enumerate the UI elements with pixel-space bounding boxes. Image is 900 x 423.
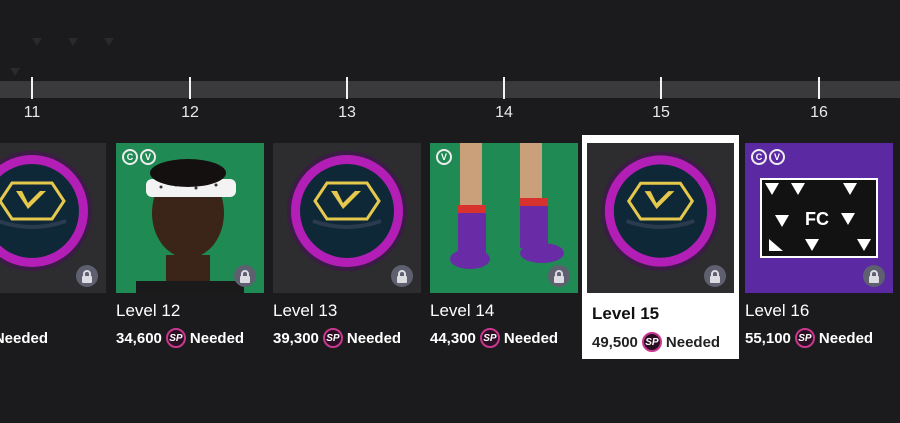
reward-card-level-13[interactable]: Level 13 39,300 SP Needed [273,143,421,348]
timeline-tick [31,77,33,99]
lock-icon [863,265,885,287]
timeline-tick [818,77,820,99]
progress-timeline [0,81,900,98]
reward-card-level-12[interactable]: C V Level 12 34,600 SP Needed [116,143,264,348]
lock-icon [234,265,256,287]
card-title: Level 13 [273,301,338,320]
timeline-tick [503,77,505,99]
needed-label: Needed [189,329,245,347]
cost-value: 44,300 [430,329,476,347]
card-title: Level 16 [745,301,810,320]
reward-thumbnail [0,143,106,293]
reward-thumbnail: C V [116,143,264,293]
card-title: Level 15 [592,304,660,323]
timeline-tick [660,77,662,99]
reward-thumbnail [273,143,421,293]
club-badge-icon: C [122,149,138,165]
reward-thumbnail: FC C V [745,143,893,293]
reward-card-level-11[interactable]: 11 0 SP Needed [0,143,106,348]
decor-triangle [104,38,114,46]
card-cost: 0 SP Needed [0,328,106,348]
sp-icon: SP [322,328,343,348]
timeline-label: 14 [495,104,513,121]
reward-card-level-14[interactable]: V Level 14 44,300 SP Needed [430,143,578,348]
reward-card-level-15-selected[interactable]: Level 15 49,500 SP Needed [582,135,739,359]
cost-value: 55,100 [745,329,791,347]
needed-label: Needed [818,329,874,347]
club-badge-icon: C [751,149,767,165]
card-title: Level 14 [430,301,495,320]
svg-text:FC: FC [805,209,829,229]
lock-icon [548,265,570,287]
card-title: 11 [0,301,106,321]
v-badge-icon: V [769,149,785,165]
cost-value: 49,500 [592,333,638,351]
timeline-tick [189,77,191,99]
lock-icon [76,265,98,287]
timeline-label: 16 [810,104,828,121]
decor-triangle [68,38,78,46]
sp-icon: SP [479,328,500,348]
decor-triangle [10,68,20,76]
sp-icon: SP [794,328,815,348]
timeline-tick [346,77,348,99]
v-badge-icon: V [140,149,156,165]
timeline-label: 15 [652,104,670,121]
reward-card-level-16[interactable]: FC C V Level 16 55,100 SP Needed [745,143,893,348]
v-badge-icon: V [436,149,452,165]
cost-value: 39,300 [273,329,319,347]
decor-triangle [32,38,42,46]
reward-thumbnail [587,143,734,293]
lock-icon [391,265,413,287]
needed-label: Needed [503,329,559,347]
card-title: Level 12 [116,301,181,320]
card-cost: 39,300 SP Needed [273,328,421,348]
cost-value: 34,600 [116,329,162,347]
timeline-label: 11 [23,104,41,121]
needed-label: Needed [0,329,48,347]
sp-icon: SP [165,328,186,348]
needed-label: Needed [346,329,402,347]
sp-icon: SP [641,332,662,352]
card-cost: 49,500 SP Needed [592,332,720,352]
needed-label: Needed [665,333,721,351]
timeline-label: 12 [181,104,199,121]
lock-icon [704,265,726,287]
timeline-label: 13 [338,104,356,121]
card-cost: 44,300 SP Needed [430,328,578,348]
card-cost: 34,600 SP Needed [116,328,264,348]
card-cost: 55,100 SP Needed [745,328,893,348]
reward-thumbnail: V [430,143,578,293]
